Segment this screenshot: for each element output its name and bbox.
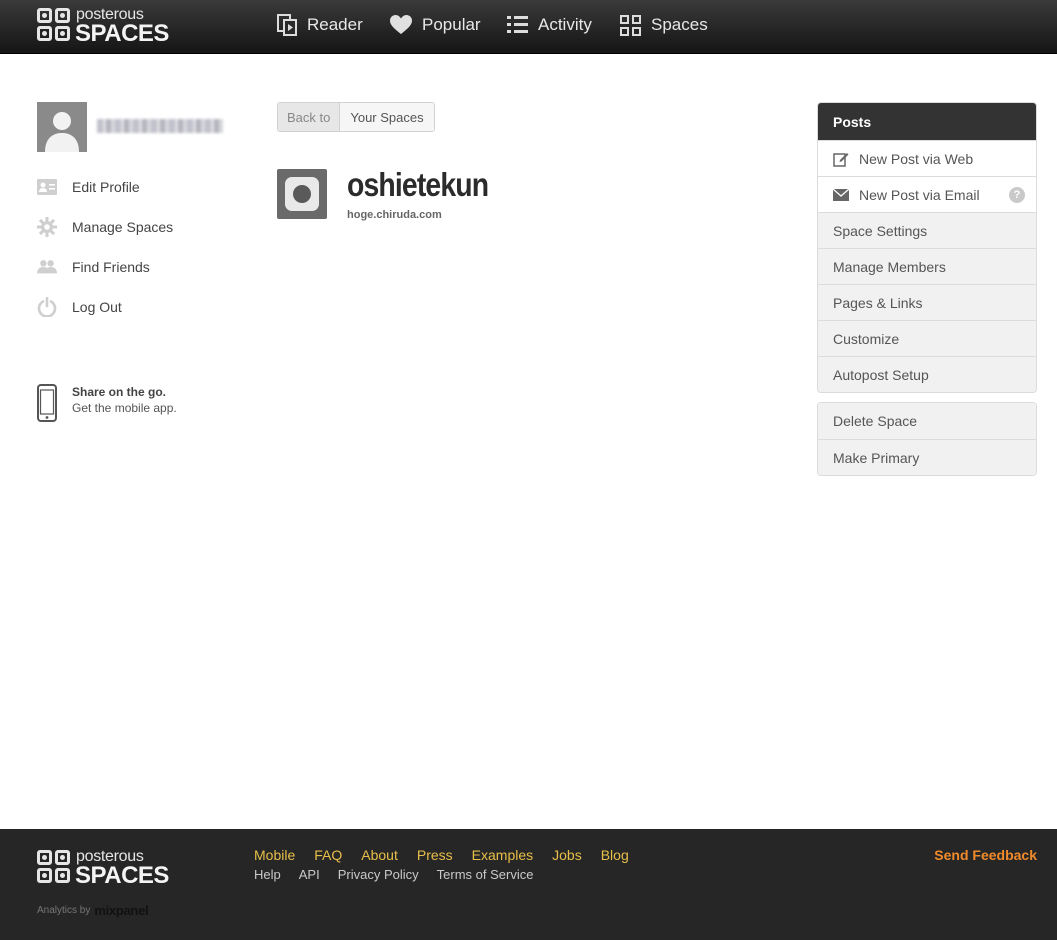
list-icon	[507, 16, 528, 33]
logo-square-icon	[37, 868, 52, 883]
nav-spaces[interactable]: Spaces	[620, 12, 708, 38]
logo-square-icon	[37, 26, 52, 41]
logo-square-icon	[55, 850, 70, 865]
footer-logo[interactable]: posterous SPACES	[37, 848, 177, 889]
grid-icon	[620, 14, 641, 36]
footer-link-mobile[interactable]: Mobile	[254, 847, 295, 863]
mobile-app-promo[interactable]: Share on the go. Get the mobile app.	[37, 384, 177, 422]
friends-icon	[37, 257, 57, 277]
power-icon	[37, 297, 57, 317]
logo-square-icon	[55, 8, 70, 23]
posterous-logo[interactable]: posterous SPACES	[37, 6, 177, 47]
new-post-email-label: New Post via Email	[859, 186, 980, 203]
send-feedback-link[interactable]: Send Feedback	[934, 847, 1037, 863]
delete-space-link[interactable]: Delete Space	[818, 403, 1036, 439]
logo-square-icon	[37, 850, 52, 865]
autopost-setup-link[interactable]: Autopost Setup	[818, 356, 1036, 392]
logo-big-text: SPACES	[75, 20, 169, 47]
analytics-credit[interactable]: Analytics by mixpanel	[37, 903, 149, 918]
logo-square-icon	[37, 8, 52, 23]
space-settings-link[interactable]: Space Settings	[818, 212, 1036, 248]
find-friends-label: Find Friends	[72, 259, 150, 275]
edit-icon	[833, 151, 851, 167]
id-card-icon	[37, 177, 57, 197]
mobile-promo-title: Share on the go.	[72, 385, 167, 399]
manage-spaces-label: Manage Spaces	[72, 219, 174, 235]
nav-reader[interactable]: Reader	[277, 12, 363, 38]
footer-link-privacy[interactable]: Privacy Policy	[338, 867, 419, 882]
footer-link-press[interactable]: Press	[417, 847, 453, 863]
gear-icon	[37, 217, 57, 237]
envelope-icon	[833, 188, 851, 201]
nav-reader-label: Reader	[307, 15, 363, 34]
analytics-prefix: Analytics by	[37, 905, 91, 916]
nav-activity[interactable]: Activity	[507, 12, 592, 38]
footer-link-help[interactable]: Help	[254, 867, 281, 882]
footer-link-jobs[interactable]: Jobs	[552, 847, 582, 863]
find-friends-link[interactable]: Find Friends	[37, 256, 150, 278]
footer-link-terms[interactable]: Terms of Service	[437, 867, 534, 882]
manage-members-link[interactable]: Manage Members	[818, 248, 1036, 284]
space-actions-panel: Posts New Post via Web New Post via Emai…	[817, 102, 1037, 393]
footer-link-examples[interactable]: Examples	[472, 847, 533, 863]
new-post-web-label: New Post via Web	[859, 150, 974, 167]
nav-popular-label: Popular	[422, 15, 481, 34]
your-spaces-label[interactable]: Your Spaces	[340, 103, 434, 131]
mobile-promo-subtitle: Get the mobile app.	[72, 401, 177, 415]
reader-icon	[277, 14, 297, 36]
mixpanel-logo: mixpanel	[94, 903, 149, 918]
username-blurred	[97, 119, 223, 133]
nav-spaces-label: Spaces	[651, 15, 708, 34]
nav-popular[interactable]: Popular	[390, 12, 481, 38]
edit-profile-link[interactable]: Edit Profile	[37, 176, 140, 198]
space-avatar-icon	[277, 169, 327, 219]
footer-link-blog[interactable]: Blog	[601, 847, 629, 863]
logo-square-icon	[55, 868, 70, 883]
log-out-label: Log Out	[72, 299, 122, 315]
heart-icon	[390, 15, 412, 34]
user-silhouette-icon	[45, 112, 79, 152]
footer-link-faq[interactable]: FAQ	[314, 847, 342, 863]
phone-icon	[37, 384, 57, 422]
space-title: oshietekun	[347, 166, 489, 203]
footer-link-api[interactable]: API	[299, 867, 320, 882]
new-post-email-button[interactable]: New Post via Email ?	[818, 176, 1036, 212]
top-bar: posterous SPACES Reader Popular Activity	[0, 0, 1057, 54]
back-to-spaces-button[interactable]: Back to Your Spaces	[277, 102, 435, 132]
manage-spaces-link[interactable]: Manage Spaces	[37, 216, 173, 238]
space-url[interactable]: hoge.chiruda.com	[347, 209, 442, 221]
footer-primary-links: Mobile FAQ About Press Examples Jobs Blo…	[254, 847, 648, 863]
space-danger-panel: Delete Space Make Primary	[817, 402, 1037, 476]
avatar[interactable]	[37, 102, 87, 152]
footer-logo-big-text: SPACES	[75, 862, 169, 889]
make-primary-link[interactable]: Make Primary	[818, 439, 1036, 475]
nav-activity-label: Activity	[538, 15, 592, 34]
log-out-link[interactable]: Log Out	[37, 296, 122, 318]
customize-link[interactable]: Customize	[818, 320, 1036, 356]
edit-profile-label: Edit Profile	[72, 179, 140, 195]
footer-link-about[interactable]: About	[361, 847, 398, 863]
help-icon[interactable]: ?	[1009, 187, 1025, 203]
footer-secondary-links: Help API Privacy Policy Terms of Service	[254, 867, 551, 882]
new-post-web-button[interactable]: New Post via Web	[818, 140, 1036, 176]
back-to-label: Back to	[278, 103, 341, 131]
pages-links-link[interactable]: Pages & Links	[818, 284, 1036, 320]
logo-square-icon	[55, 26, 70, 41]
posts-header: Posts	[818, 103, 1036, 140]
